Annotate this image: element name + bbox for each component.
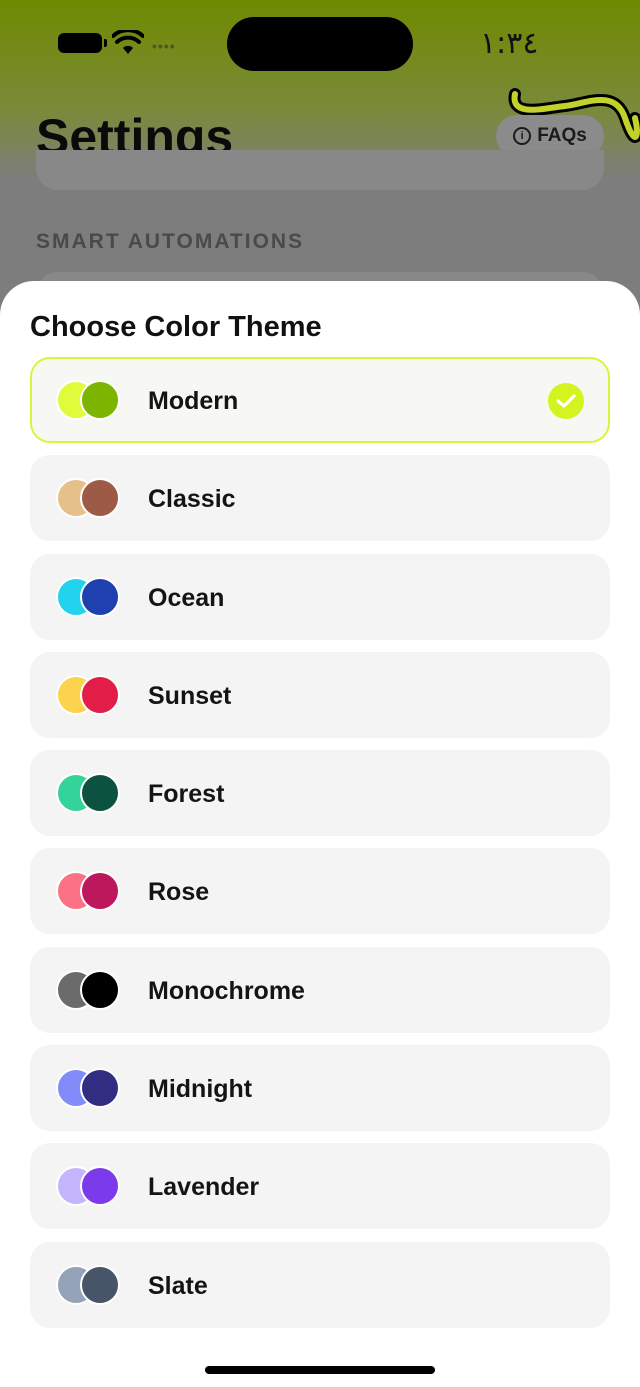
theme-label: Modern [148,387,239,415]
cellular-dots-icon: •••• [152,38,176,54]
theme-option-lavender[interactable]: Lavender [30,1143,610,1230]
status-bar: •••• ١:٣٤ [0,0,640,90]
swatch-secondary-icon [80,1068,120,1109]
theme-label: Lavender [148,1173,260,1202]
theme-option-rose[interactable]: Rose [30,848,610,935]
battery-icon [58,33,107,53]
theme-option-sunset[interactable]: Sunset [30,651,610,738]
info-icon: i [513,127,532,145]
swatch-secondary-icon [80,1166,120,1207]
swatch-secondary-icon [80,871,120,912]
sheet-title: Choose Color Theme [30,311,322,343]
status-time: ١:٣٤ [480,26,539,61]
theme-label: Forest [148,780,225,809]
swatch-secondary-icon [80,1264,120,1305]
theme-option-midnight[interactable]: Midnight [30,1045,610,1132]
checkmark-icon [548,383,584,419]
swatch-secondary-icon [80,674,120,715]
swatch-secondary-icon [80,773,120,814]
background-card [36,150,604,190]
theme-option-monochrome[interactable]: Monochrome [30,946,610,1033]
faq-button-label: FAQs [537,125,587,146]
swatch-secondary-icon [80,478,120,519]
section-header: SMART AUTOMATIONS [36,230,305,253]
theme-label: Midnight [148,1075,253,1104]
theme-label: Rose [148,878,210,907]
theme-option-slate[interactable]: Slate [30,1241,610,1328]
swatch-secondary-icon [80,969,120,1010]
home-indicator[interactable] [205,1366,435,1374]
wifi-icon [112,30,144,54]
theme-option-forest[interactable]: Forest [30,750,610,837]
theme-option-modern[interactable]: Modern [30,357,610,443]
theme-option-classic[interactable]: Classic [30,455,610,542]
theme-label: Ocean [148,583,225,612]
theme-label: Slate [148,1271,208,1300]
theme-label: Sunset [148,681,232,710]
theme-label: Classic [148,485,236,514]
swatch-secondary-icon [80,576,120,617]
theme-option-ocean[interactable]: Ocean [30,553,610,640]
theme-list: Modern Classic Ocean Sunset Forest Rose Monoch… [30,357,610,1340]
theme-label: Monochrome [148,976,305,1005]
color-theme-sheet: Choose Color Theme Modern Classic Ocean Sun… [0,281,640,1387]
dynamic-island [227,17,413,71]
swatch-secondary-icon [80,380,120,420]
